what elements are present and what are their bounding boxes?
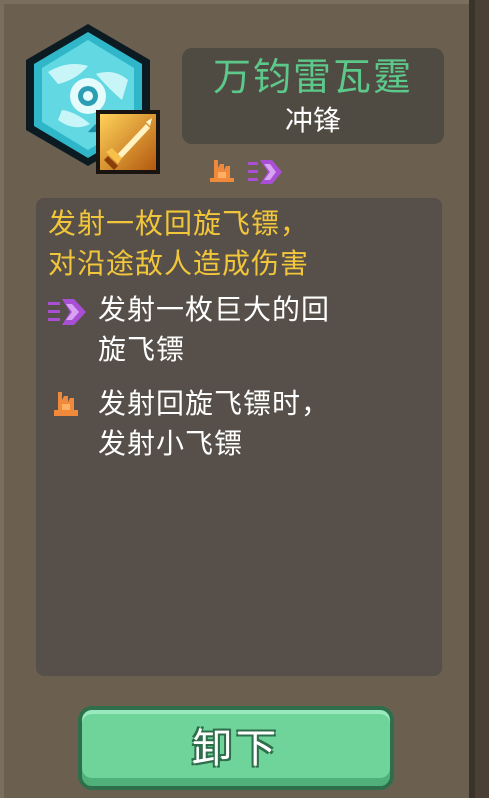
sword-slash-badge-icon: [96, 110, 160, 174]
speed-arrow-icon: [248, 160, 282, 184]
modifier-text: 发射回旋飞镖时， 发射小飞镖: [98, 384, 434, 464]
description-box: 发射一枚回旋飞镖， 对沿途敌人造成伤害 发射一枚巨大的回 旋飞镖 发射回旋飞镖时…: [36, 198, 442, 676]
unequip-button-label: 卸下: [192, 726, 280, 772]
flame-icon: [210, 160, 234, 182]
main-description: 发射一枚回旋飞镖， 对沿途敌人造成伤害: [48, 204, 434, 284]
modifier-text-line: 发射一枚巨大的回: [98, 293, 331, 326]
item-detail-panel: 万钧雷瓦霆 冲锋 发射一枚回旋飞镖， 对沿途敌人造成伤害 发射一枚巨大的回 旋飞…: [0, 0, 475, 798]
modifier-text-line: 发射小飞镖: [98, 427, 244, 460]
modifier-text-line: 发射回旋飞镖时，: [98, 387, 331, 420]
flame-icon: [54, 392, 78, 416]
unequip-button[interactable]: 卸下: [78, 706, 394, 790]
main-description-line: 发射一枚回旋飞镖，: [48, 207, 310, 240]
item-name: 万钧雷瓦霆: [212, 55, 413, 99]
item-type: 冲锋: [284, 104, 341, 137]
modifier-text-line: 旋飞镖: [98, 333, 186, 366]
item-nameplate: 万钧雷瓦霆 冲锋: [182, 48, 444, 144]
panel-edge: [475, 0, 489, 798]
speed-arrow-icon: [48, 299, 86, 325]
main-description-line: 对沿途敌人造成伤害: [48, 247, 310, 280]
modifier-text: 发射一枚巨大的回 旋飞镖: [98, 290, 434, 370]
